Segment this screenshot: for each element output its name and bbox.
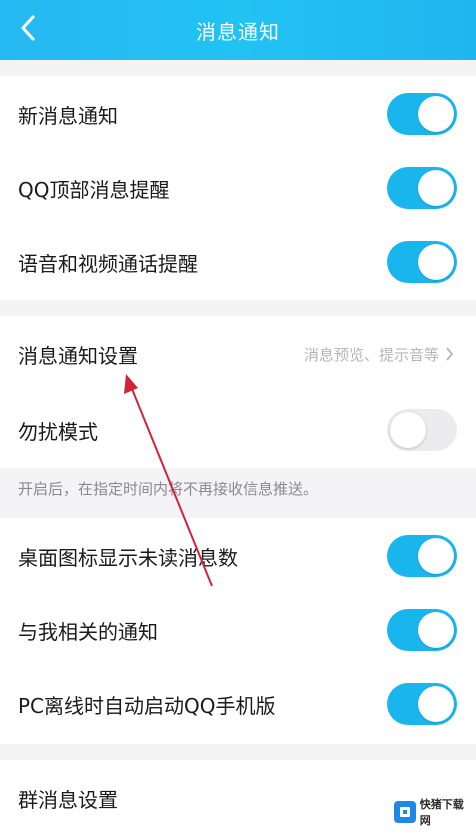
voice-video-call-reminder-toggle[interactable]	[387, 241, 457, 283]
desktop-icon-unread-toggle[interactable]	[387, 535, 457, 577]
site-watermark: 快猪下载网	[394, 790, 474, 834]
row-related-notifications: 与我相关的通知	[0, 592, 476, 668]
row-do-not-disturb: 勿扰模式	[0, 392, 476, 468]
toggle-knob	[418, 612, 454, 648]
row-desktop-icon-unread: 桌面图标显示未读消息数	[0, 518, 476, 594]
watermark-text: 快猪下载网	[419, 798, 464, 827]
row-pc-offline-auto-start: PC离线时自动启动QQ手机版	[0, 666, 476, 742]
notification-settings-label: 消息通知设置	[18, 343, 138, 368]
toggle-knob	[418, 538, 454, 574]
notification-group-1: 新消息通知 QQ顶部消息提醒 语音和视频通话提醒	[0, 76, 476, 300]
row-notification-settings[interactable]: 消息通知设置 消息预览、提示音等	[0, 316, 476, 392]
notification-group-3: 桌面图标显示未读消息数 与我相关的通知 PC离线时自动启动QQ手机版	[0, 518, 476, 744]
toggle-knob	[418, 244, 454, 280]
row-voice-video-call-reminder: 语音和视频通话提醒	[0, 224, 476, 300]
group-message-settings-label: 群消息设置	[18, 787, 118, 812]
pc-offline-auto-start-toggle[interactable]	[387, 683, 457, 725]
desktop-icon-unread-label: 桌面图标显示未读消息数	[18, 545, 238, 570]
pc-offline-auto-start-label: PC离线时自动启动QQ手机版	[18, 693, 276, 718]
row-qq-top-reminder: QQ顶部消息提醒	[0, 150, 476, 226]
toggle-knob	[418, 96, 454, 132]
do-not-disturb-label: 勿扰模式	[18, 419, 98, 444]
do-not-disturb-toggle[interactable]	[387, 409, 457, 451]
row-new-message-notification: 新消息通知	[0, 76, 476, 152]
notification-settings-summary: 消息预览、提示音等	[304, 344, 454, 365]
notification-group-2: 消息通知设置 消息预览、提示音等 勿扰模式	[0, 316, 476, 468]
toggle-knob	[418, 686, 454, 722]
related-notifications-toggle[interactable]	[387, 609, 457, 651]
header-bar: 消息通知	[0, 0, 476, 60]
qq-top-reminder-label: QQ顶部消息提醒	[18, 177, 170, 202]
new-message-notification-label: 新消息通知	[18, 103, 118, 128]
chevron-right-icon	[446, 347, 454, 361]
watermark-logo-icon	[394, 801, 416, 823]
toggle-knob	[390, 412, 426, 448]
related-notifications-label: 与我相关的通知	[18, 619, 158, 644]
qq-top-reminder-toggle[interactable]	[387, 167, 457, 209]
do-not-disturb-note: 开启后，在指定时间内将不再接收信息推送。	[18, 480, 319, 498]
page-title: 消息通知	[196, 20, 280, 44]
toggle-knob	[418, 170, 454, 206]
new-message-notification-toggle[interactable]	[387, 93, 457, 135]
notification-settings-subtext: 消息预览、提示音等	[303, 345, 439, 364]
voice-video-call-reminder-label: 语音和视频通话提醒	[18, 251, 198, 276]
